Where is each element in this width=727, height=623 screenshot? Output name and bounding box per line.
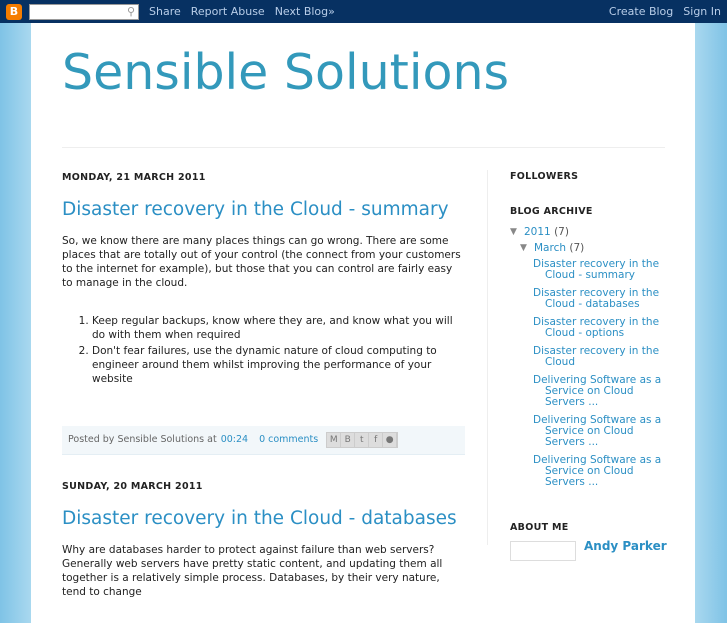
share-link[interactable]: Share — [149, 5, 181, 18]
post-title[interactable]: Disaster recovery in the Cloud - summary — [62, 198, 465, 222]
posted-by: Posted by Sensible Solutions at — [68, 434, 217, 445]
main-column: MONDAY, 21 MARCH 2011 Disaster recovery … — [62, 171, 465, 623]
archive-post-link[interactable]: Disaster recovery in the Cloud - databas… — [533, 288, 670, 310]
archive-post-link[interactable]: Disaster recovery in the Cloud - options — [533, 317, 670, 339]
post-date: SUNDAY, 20 MARCH 2011 — [62, 481, 203, 492]
divider — [487, 170, 488, 545]
post: SUNDAY, 20 MARCH 2011 Disaster recovery … — [62, 480, 465, 599]
blog-title[interactable]: Sensible Solutions — [62, 44, 509, 101]
collapse-triangle-icon[interactable]: ▼ — [510, 227, 524, 238]
about-me-heading: ABOUT ME — [510, 522, 569, 533]
blog-archive-heading: BLOG ARCHIVE — [510, 206, 593, 217]
email-icon[interactable]: M — [327, 433, 342, 447]
blogthis-icon[interactable]: B — [341, 433, 356, 447]
profile-photo[interactable] — [510, 541, 576, 561]
twitter-icon[interactable]: t — [355, 433, 370, 447]
search-icon[interactable]: ⚲ — [127, 5, 135, 18]
archive-month-link[interactable]: March — [534, 243, 566, 254]
archive-post-link[interactable]: Delivering Software as a Service on Clou… — [533, 415, 670, 448]
post-title[interactable]: Disaster recovery in the Cloud - databas… — [62, 507, 465, 531]
post-paragraph: Why are databases harder to protect agai… — [62, 544, 443, 598]
year-count: (7) — [554, 226, 569, 238]
post-paragraph: So, we know there are many places things… — [62, 235, 461, 289]
next-blog-link[interactable]: Next Blog» — [275, 5, 335, 18]
post-footer: Posted by Sensible Solutions at 00:24 0 … — [62, 426, 465, 455]
archive-year-link[interactable]: 2011 — [524, 227, 551, 238]
list-item: Keep regular backups, know where they ar… — [92, 314, 465, 342]
create-blog-link[interactable]: Create Blog — [609, 5, 673, 18]
buzz-icon[interactable]: ● — [383, 433, 398, 447]
month-count: (7) — [569, 242, 585, 254]
archive-post-link[interactable]: Delivering Software as a Service on Clou… — [533, 455, 670, 488]
facebook-icon[interactable]: f — [369, 433, 384, 447]
search-input[interactable]: ⚲ — [29, 3, 139, 20]
archive-post-link[interactable]: Disaster recovery in the Cloud - summary — [533, 259, 670, 281]
author-link[interactable]: Andy Parker — [584, 540, 667, 552]
post: MONDAY, 21 MARCH 2011 Disaster recovery … — [62, 171, 465, 455]
followers-heading: FOLLOWERS — [510, 171, 579, 182]
collapse-triangle-icon[interactable]: ▼ — [520, 243, 534, 254]
report-abuse-link[interactable]: Report Abuse — [191, 5, 265, 18]
blogger-logo-icon[interactable]: B — [6, 3, 22, 20]
share-buttons: M B t f ● — [326, 432, 399, 448]
divider — [62, 147, 665, 148]
archive-post-link[interactable]: Disaster recovery in the Cloud — [533, 346, 670, 368]
post-time-link[interactable]: 00:24 — [221, 433, 248, 447]
sidebar: FOLLOWERS BLOG ARCHIVE ▼ 2011 (7) ▼ March … — [510, 171, 670, 561]
archive-post-link[interactable]: Delivering Software as a Service on Clou… — [533, 375, 670, 408]
list-item: Don't fear failures, use the dynamic nat… — [92, 344, 465, 386]
blogger-navbar: B ⚲ Share Report Abuse Next Blog» Create… — [0, 0, 727, 23]
comments-link[interactable]: 0 comments — [259, 433, 318, 447]
sign-in-link[interactable]: Sign In — [683, 5, 721, 18]
post-date: MONDAY, 21 MARCH 2011 — [62, 172, 206, 183]
